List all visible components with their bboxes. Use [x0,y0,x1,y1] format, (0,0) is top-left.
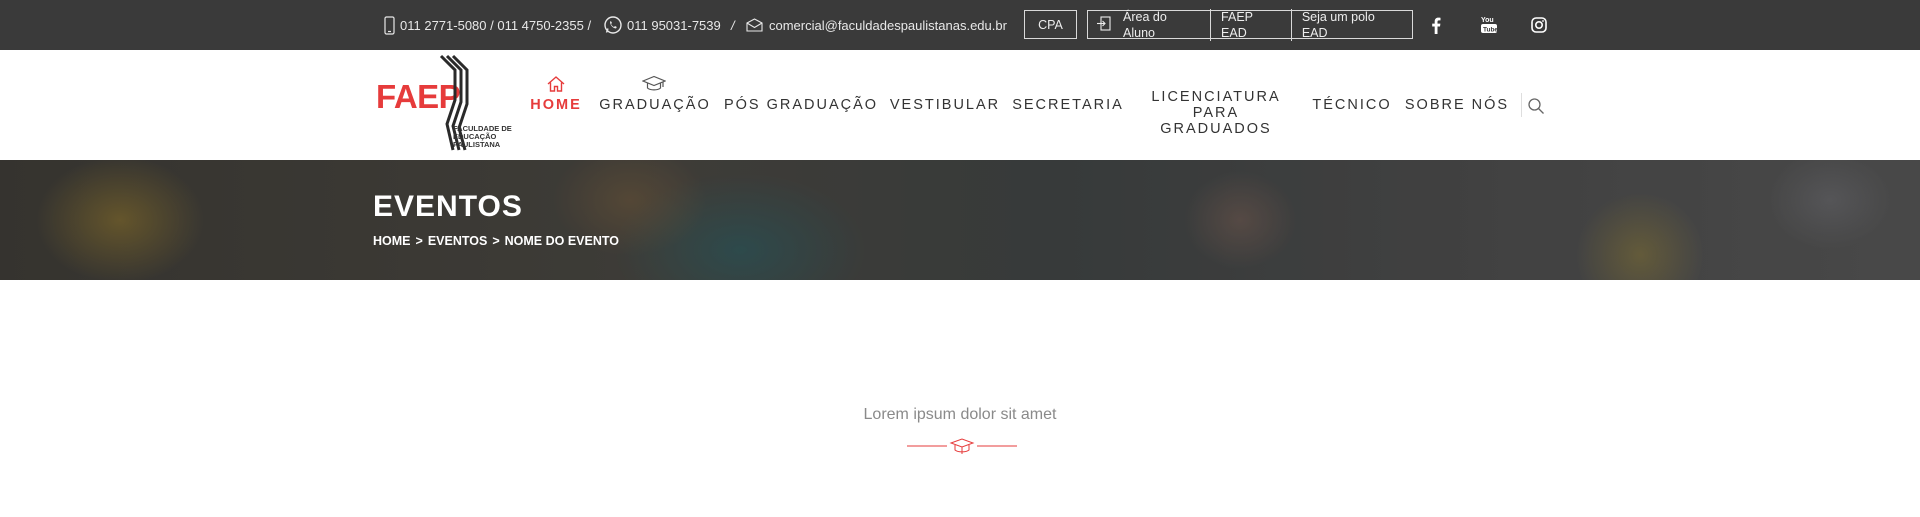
search-icon[interactable] [1527,97,1545,115]
nav-pos-graduacao[interactable]: PÓS GRADUAÇÃO [724,50,876,160]
nav-home[interactable]: HOME [528,50,584,160]
faep-ead-link[interactable]: FAEP EAD [1210,8,1291,41]
section-title: Lorem ipsum dolor sit amet [863,406,1057,423]
section-divider [907,438,1017,454]
logo-subtitle: FACULDADE DE EDUCAÇÃO PAULISTANA [453,124,512,149]
cpa-button[interactable]: CPA [1024,10,1077,39]
phone-numbers[interactable]: 011 2771-5080 / 011 4750-2355 / [400,18,591,33]
nav-tecnico[interactable]: TÉCNICO [1312,50,1392,160]
instagram-icon[interactable] [1528,14,1550,36]
youtube-icon[interactable]: You Tube [1478,14,1500,36]
graduation-cap-icon [949,438,975,454]
nav-secretaria[interactable]: SECRETARIA [1012,50,1122,160]
mobile-phone-icon [384,15,395,35]
svg-text:You: You [1481,17,1494,24]
nav-vestibular[interactable]: VESTIBULAR [890,50,998,160]
contact-separator: / [731,17,735,33]
breadcrumb-home[interactable]: HOME [373,234,411,248]
nav-sobre-nos[interactable]: SOBRE NÓS [1405,50,1507,160]
nav-graduacao[interactable]: GRADUAÇÃO [599,50,710,160]
breadcrumb: HOME > EVENTOS > NOME DO EVENTO [373,234,619,248]
hero-overlay [0,160,1920,280]
page-title: EVENTOS [373,190,523,223]
email-contact: comercial@faculdadespaulistanas.edu.br [746,0,1007,50]
phone-contact: 011 2771-5080 / 011 4750-2355 / [384,0,591,50]
facebook-icon[interactable] [1425,14,1447,36]
cpa-label: CPA [1038,17,1063,32]
student-links: Área do Aluno FAEP EAD Seja um polo EAD [1087,8,1413,41]
breadcrumb-current: NOME DO EVENTO [504,234,620,248]
whatsapp-icon [603,15,623,35]
svg-text:Tube: Tube [1483,27,1498,34]
top-bar: 011 2771-5080 / 011 4750-2355 / 011 9503… [0,0,1920,51]
whatsapp-number[interactable]: 011 95031-7539 [627,18,721,33]
search-divider [1521,93,1522,117]
nav-licenciatura[interactable]: LICENCIATURA PARA GRADUADOS [1135,58,1297,168]
breadcrumb-separator: > [415,234,423,248]
email-link[interactable]: comercial@faculdadespaulistanas.edu.br [769,18,1007,33]
login-icon [1096,15,1111,34]
envelope-icon [746,18,763,32]
student-area-link[interactable]: Área do Aluno [1117,9,1210,41]
ead-partner-link[interactable]: Seja um polo EAD [1290,8,1412,41]
hero-banner [0,160,1920,280]
breadcrumb-separator: > [492,234,500,248]
breadcrumb-eventos[interactable]: EVENTOS [428,234,488,248]
whatsapp-contact: 011 95031-7539 [603,0,721,50]
